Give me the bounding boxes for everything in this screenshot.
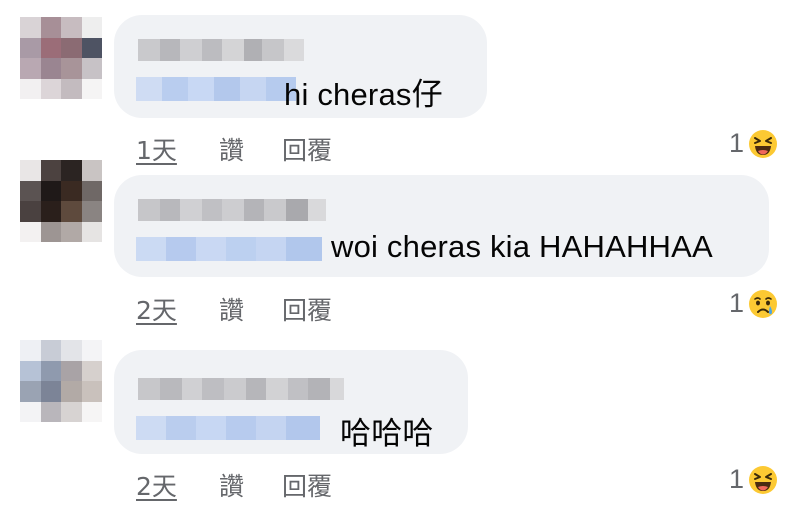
like-button[interactable]: 讚: [219, 467, 244, 503]
reply-button[interactable]: 回覆: [282, 291, 332, 327]
like-button[interactable]: 讚: [219, 291, 244, 327]
mention-tag[interactable]: [136, 77, 296, 101]
comment-bubble: woi cheras kia HAHAHHAA: [114, 175, 769, 277]
reaction-summary[interactable]: 1: [729, 128, 778, 159]
mention-tag[interactable]: [136, 416, 320, 440]
comment-timestamp[interactable]: 1天: [136, 131, 177, 167]
comment-text: woi cheras kia HAHAHHAA: [331, 229, 713, 264]
reaction-count: 1: [728, 464, 744, 494]
avatar[interactable]: [20, 17, 102, 99]
reaction-summary[interactable]: 1: [729, 288, 778, 319]
comment-item: 哈哈哈 2天 讚 回覆 1: [0, 340, 800, 513]
sad-tear-emoji-icon: [749, 289, 777, 318]
reply-button[interactable]: 回覆: [282, 467, 332, 503]
like-button[interactable]: 讚: [219, 131, 244, 167]
commenter-name[interactable]: [138, 199, 326, 221]
reaction-count: 1: [728, 128, 744, 158]
comment-bubble: 哈哈哈: [114, 350, 468, 454]
commenter-name[interactable]: [138, 39, 304, 61]
avatar[interactable]: [20, 340, 102, 422]
mention-tag[interactable]: [136, 237, 322, 261]
comment-timestamp[interactable]: 2天: [136, 467, 177, 503]
laughing-emoji-icon: [749, 129, 777, 158]
comment-item: hi cheras仔 1天 讚 回覆 1: [0, 0, 800, 170]
comment-text: hi cheras仔: [284, 77, 443, 112]
laughing-emoji-icon: [749, 465, 777, 494]
reply-button[interactable]: 回覆: [282, 131, 332, 167]
reaction-count: 1: [728, 288, 744, 318]
avatar[interactable]: [20, 160, 102, 242]
reaction-summary[interactable]: 1: [729, 464, 778, 495]
commenter-name[interactable]: [138, 378, 344, 400]
comment-timestamp[interactable]: 2天: [136, 291, 177, 327]
comment-bubble: hi cheras仔: [114, 15, 487, 118]
comment-item: woi cheras kia HAHAHHAA 2天 讚 回覆 1: [0, 160, 800, 340]
comment-text: 哈哈哈: [340, 416, 434, 451]
